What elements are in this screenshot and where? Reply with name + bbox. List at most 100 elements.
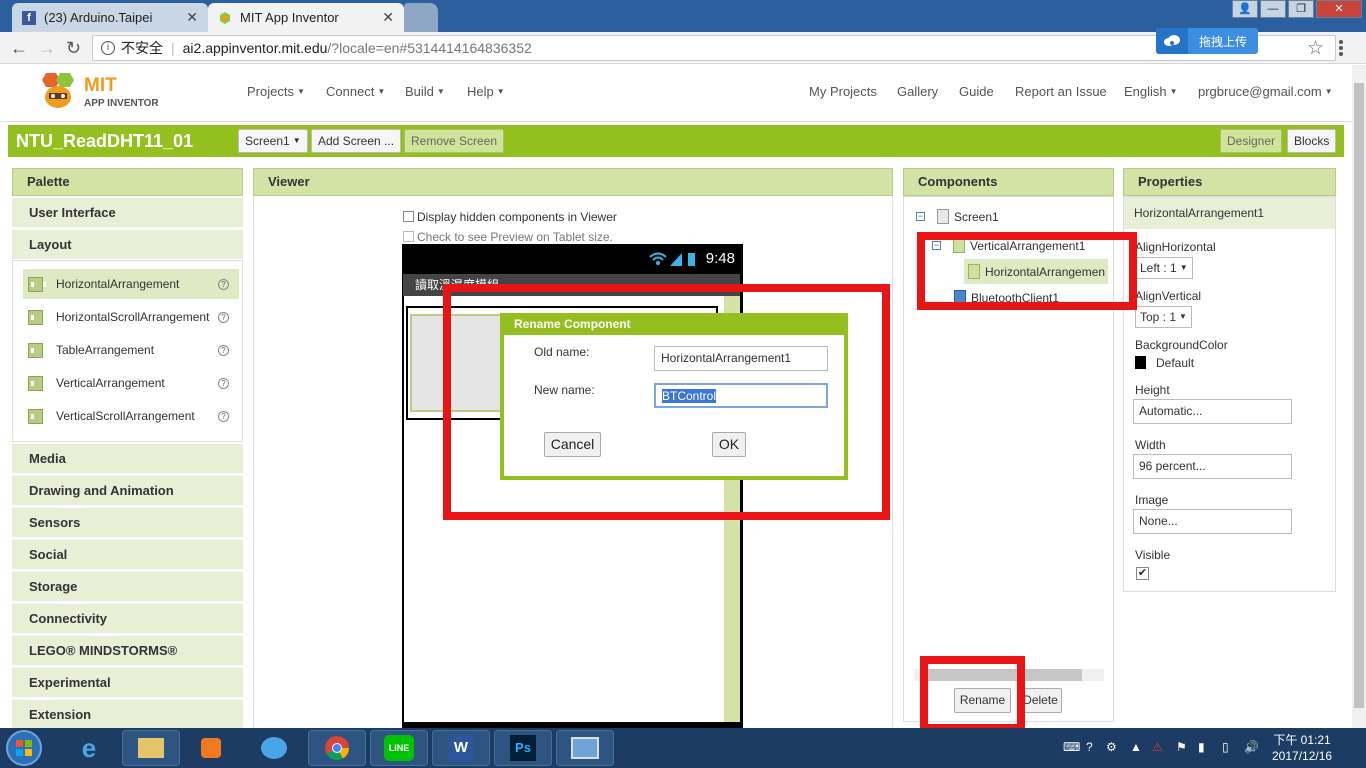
user-icon[interactable]: 👤 bbox=[1232, 0, 1258, 18]
help-icon[interactable]: ? bbox=[218, 344, 229, 356]
align-vertical-label: AlignVertical bbox=[1135, 289, 1202, 303]
category-storage[interactable]: Storage bbox=[12, 572, 243, 602]
network-icon[interactable]: ▮ bbox=[1198, 740, 1205, 754]
chrome-icon[interactable] bbox=[308, 730, 366, 766]
system-clock[interactable]: 下午 01:21 2017/12/16 bbox=[1272, 732, 1332, 764]
palette-item-horizontal-scroll-arrangement[interactable]: HorizontalScrollArrangement ? bbox=[23, 302, 239, 332]
horizontal-arrangement-icon bbox=[28, 276, 46, 292]
photo-viewer-icon[interactable] bbox=[556, 730, 614, 766]
category-sensors[interactable]: Sensors bbox=[12, 508, 243, 538]
browser-tab-arduino[interactable]: f (23) Arduino.Taipei ✕ bbox=[12, 3, 208, 32]
internet-explorer-icon[interactable]: e bbox=[60, 730, 118, 766]
collapse-icon[interactable]: − bbox=[916, 212, 925, 221]
help-icon[interactable]: ? bbox=[218, 278, 229, 290]
category-media[interactable]: Media bbox=[12, 444, 243, 474]
info-icon[interactable]: i bbox=[101, 41, 115, 55]
settings-tray-icon[interactable]: ⚙ bbox=[1106, 740, 1117, 754]
menu-build[interactable]: Build ▼ bbox=[405, 84, 445, 99]
photoshop-icon[interactable]: Ps bbox=[494, 730, 552, 766]
align-horizontal-label: AlignHorizontal bbox=[1135, 240, 1216, 254]
palette-item-vertical-arrangement[interactable]: VerticalArrangement ? bbox=[23, 368, 239, 398]
separator: | bbox=[171, 40, 175, 56]
browser-tab-app-inventor[interactable]: MIT App Inventor ✕ bbox=[208, 3, 404, 32]
word-icon[interactable]: W bbox=[432, 730, 490, 766]
link-report-issue[interactable]: Report an Issue bbox=[1015, 84, 1107, 99]
tree-item-screen1[interactable]: − Screen1 bbox=[916, 209, 999, 224]
visible-checkbox[interactable]: ✔ bbox=[1136, 567, 1149, 580]
help-icon[interactable]: ? bbox=[218, 311, 229, 323]
designer-button[interactable]: Designer bbox=[1220, 129, 1283, 153]
url-path: /?locale=en#5314414164836352 bbox=[327, 40, 532, 56]
palette-item-vertical-scroll-arrangement[interactable]: VerticalScrollArrangement ? bbox=[23, 401, 239, 431]
tablet-preview-checkbox[interactable] bbox=[403, 231, 414, 242]
category-extension[interactable]: Extension bbox=[12, 700, 243, 730]
show-hidden-icons[interactable]: ▲ bbox=[1130, 740, 1142, 754]
file-explorer-icon[interactable] bbox=[122, 730, 180, 766]
browser-menu-icon[interactable] bbox=[1339, 40, 1343, 58]
close-window-icon[interactable]: ✕ bbox=[1316, 0, 1362, 18]
category-social[interactable]: Social bbox=[12, 540, 243, 570]
width-field[interactable]: 96 percent... bbox=[1133, 454, 1292, 479]
back-icon[interactable]: ← bbox=[10, 38, 28, 59]
screen-icon bbox=[937, 209, 949, 224]
line-icon[interactable]: LINE bbox=[370, 730, 428, 766]
battery-icon[interactable]: ▯ bbox=[1222, 740, 1229, 754]
delete-button[interactable]: Delete bbox=[1019, 688, 1062, 713]
remove-screen-button[interactable]: Remove Screen bbox=[404, 129, 505, 153]
cloud-app-icon[interactable] bbox=[245, 730, 303, 766]
height-field[interactable]: Automatic... bbox=[1133, 399, 1292, 424]
background-color-value[interactable]: Default bbox=[1135, 356, 1194, 370]
viewer-header: Viewer bbox=[253, 168, 893, 196]
blocks-button[interactable]: Blocks bbox=[1287, 129, 1337, 153]
category-lego-mindstorms[interactable]: LEGO® MINDSTORMS® bbox=[12, 636, 243, 666]
flag-icon[interactable]: ⚑ bbox=[1176, 740, 1187, 754]
palette-item-horizontal-arrangement[interactable]: HorizontalArrangement ? bbox=[23, 269, 239, 299]
page-scrollbar-thumb[interactable] bbox=[1354, 83, 1364, 708]
link-gallery[interactable]: Gallery bbox=[897, 84, 938, 99]
close-tab-icon[interactable]: ✕ bbox=[382, 9, 394, 26]
upload-button[interactable]: 拖拽上传 bbox=[1156, 28, 1258, 54]
url-field[interactable]: i 不安全 | ai2.appinventor.mit.edu /?locale… bbox=[92, 35, 1336, 61]
align-vertical-select[interactable]: Top : 1 ▼ bbox=[1135, 306, 1192, 328]
start-button[interactable] bbox=[6, 730, 42, 766]
add-screen-button[interactable]: Add Screen ... bbox=[311, 129, 402, 153]
account-menu[interactable]: prgbruce@gmail.com ▼ bbox=[1198, 84, 1333, 99]
minimize-icon[interactable]: — bbox=[1260, 0, 1286, 18]
category-drawing-animation[interactable]: Drawing and Animation bbox=[12, 476, 243, 506]
link-my-projects[interactable]: My Projects bbox=[809, 84, 877, 99]
language-menu[interactable]: English ▼ bbox=[1124, 84, 1178, 99]
tablet-preview-option[interactable]: Check to see Preview on Tablet size. bbox=[403, 230, 613, 244]
bookmark-star-icon[interactable]: ☆ bbox=[1307, 37, 1324, 60]
menu-help[interactable]: Help ▼ bbox=[467, 84, 505, 99]
new-tab-button[interactable] bbox=[404, 3, 438, 32]
antivirus-icon[interactable]: ⚠ bbox=[1152, 740, 1163, 754]
menu-connect[interactable]: Connect ▼ bbox=[326, 84, 385, 99]
help-icon[interactable]: ? bbox=[218, 410, 229, 422]
palette-item-table-arrangement[interactable]: TableArrangement ? bbox=[23, 335, 239, 365]
vertical-scroll-arrangement-icon bbox=[28, 408, 46, 424]
category-user-interface[interactable]: User Interface bbox=[12, 198, 243, 228]
logo-mit-text: MIT bbox=[84, 75, 117, 96]
category-layout[interactable]: Layout bbox=[12, 230, 243, 260]
restore-icon[interactable]: ❐ bbox=[1288, 0, 1314, 18]
page-scrollbar[interactable] bbox=[1352, 65, 1366, 728]
media-player-icon[interactable] bbox=[182, 730, 240, 766]
screen-select[interactable]: Screen1 ▼ bbox=[238, 129, 308, 153]
align-horizontal-select[interactable]: Left : 1 ▼ bbox=[1135, 257, 1193, 279]
category-connectivity[interactable]: Connectivity bbox=[12, 604, 243, 634]
menu-projects[interactable]: Projects ▼ bbox=[247, 84, 305, 99]
mit-app-inventor-logo[interactable]: MIT APP INVENTOR bbox=[36, 71, 166, 113]
image-field[interactable]: None... bbox=[1133, 509, 1292, 534]
keyboard-icon[interactable]: ⌨ bbox=[1063, 740, 1080, 754]
reload-icon[interactable]: ↻ bbox=[66, 38, 81, 59]
close-tab-icon[interactable]: ✕ bbox=[186, 9, 198, 26]
link-guide[interactable]: Guide bbox=[959, 84, 994, 99]
category-experimental[interactable]: Experimental bbox=[12, 668, 243, 698]
help-icon[interactable]: ? bbox=[218, 377, 229, 389]
help-tray-icon[interactable]: ? bbox=[1086, 740, 1093, 754]
hidden-components-option[interactable]: Display hidden components in Viewer bbox=[403, 210, 617, 224]
volume-icon[interactable]: 🔊 bbox=[1244, 740, 1259, 754]
hidden-components-checkbox[interactable] bbox=[403, 211, 414, 222]
forward-icon[interactable]: → bbox=[38, 38, 56, 59]
properties-panel: HorizontalArrangement1 AlignHorizontal L… bbox=[1123, 196, 1336, 592]
